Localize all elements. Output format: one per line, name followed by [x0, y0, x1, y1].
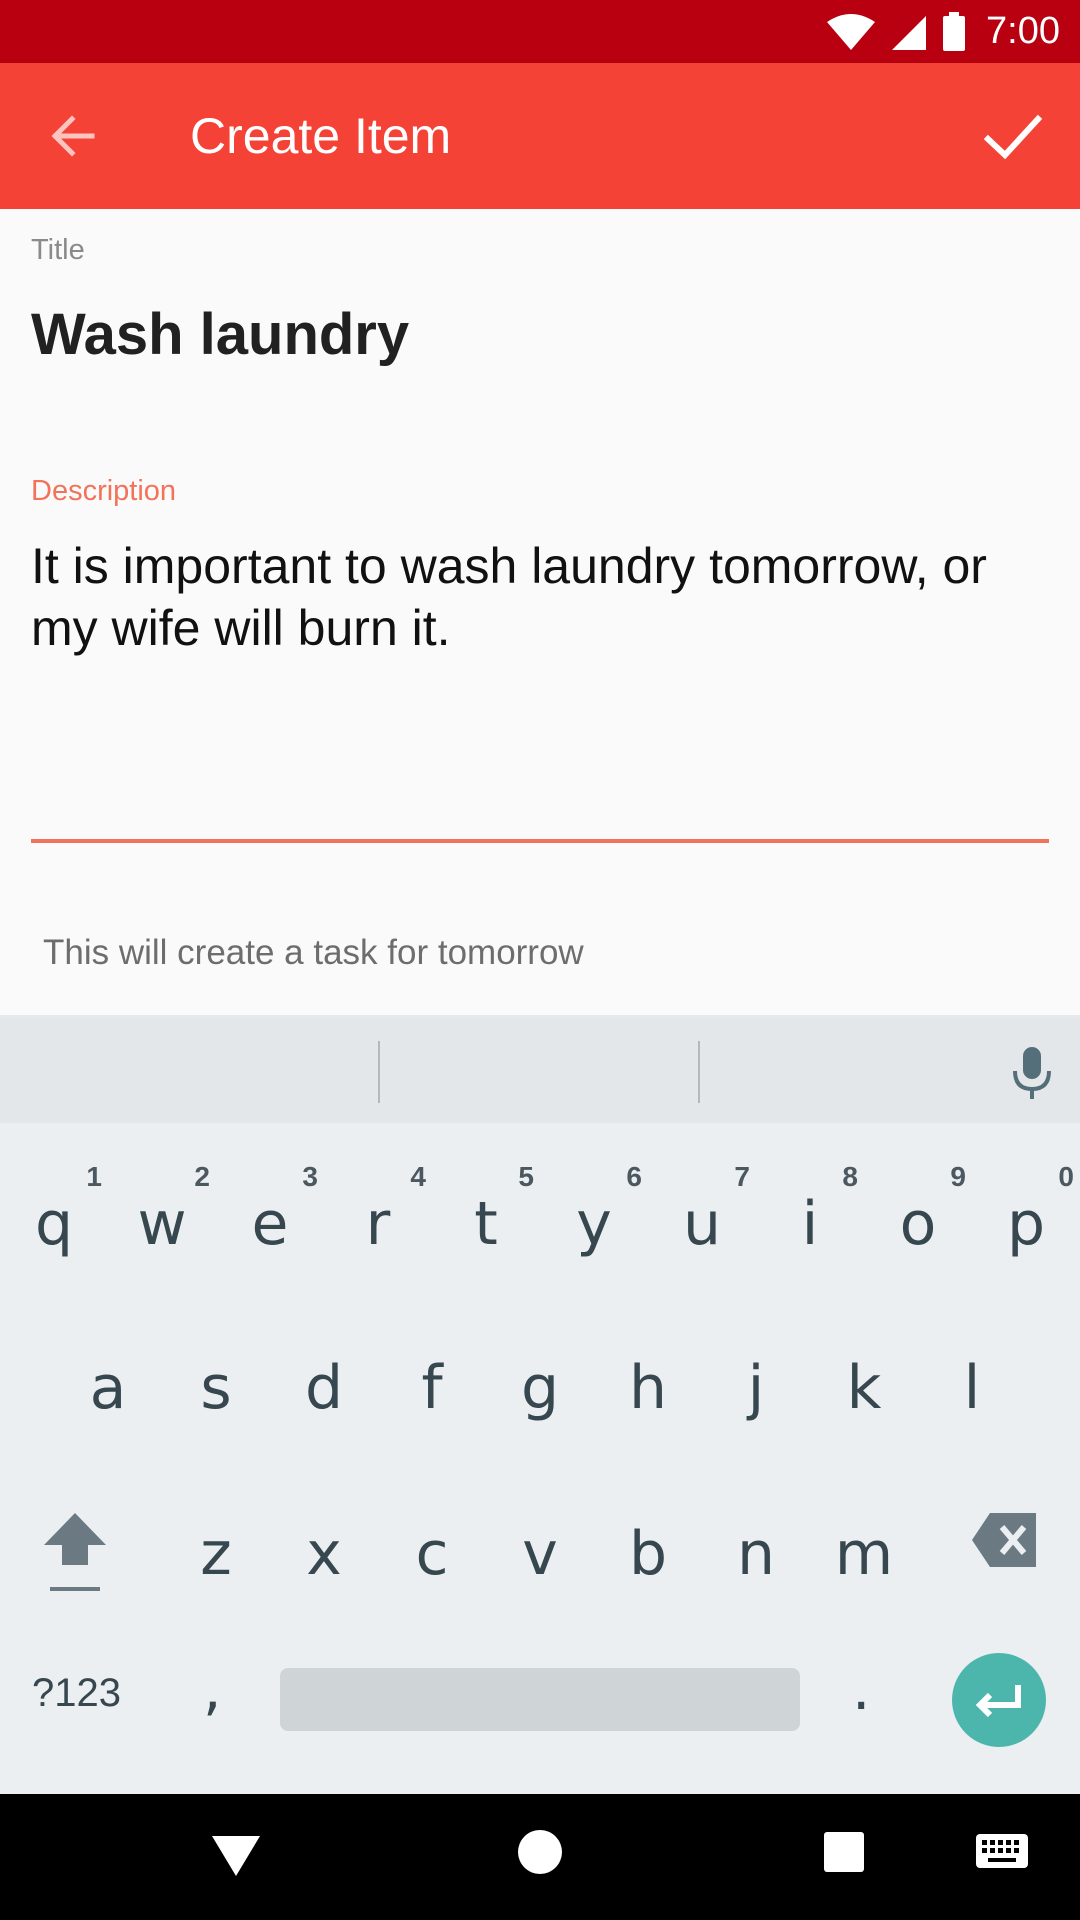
key-label: j: [747, 1353, 765, 1423]
key-p[interactable]: 0p: [972, 1131, 1080, 1281]
description-label: Description: [31, 475, 177, 507]
suggestion-strip-edge: [0, 1015, 1080, 1019]
key-g[interactable]: g: [486, 1295, 594, 1445]
key-b[interactable]: b: [594, 1459, 702, 1609]
key-e[interactable]: 3e: [216, 1131, 324, 1281]
page-title: Create Item: [190, 108, 452, 164]
space-bar[interactable]: [280, 1668, 800, 1731]
title-label: Title: [31, 234, 85, 266]
key-x[interactable]: x: [270, 1459, 378, 1609]
key-v[interactable]: v: [486, 1459, 594, 1609]
key-label: t: [474, 1189, 498, 1259]
key-label: m: [834, 1519, 894, 1589]
key-label: f: [421, 1353, 443, 1423]
description-input[interactable]: It is important to wash laundry tomorrow…: [31, 535, 1051, 659]
wifi-icon: [827, 13, 876, 50]
back-arrow-icon[interactable]: [42, 105, 104, 167]
key-a[interactable]: a: [54, 1295, 162, 1445]
key-i[interactable]: 8i: [756, 1131, 864, 1281]
key-label: b: [628, 1519, 668, 1589]
key-label: o: [899, 1189, 937, 1259]
enter-key[interactable]: [952, 1653, 1046, 1747]
description-underline: [31, 839, 1049, 843]
key-label: c: [415, 1519, 449, 1589]
key-c[interactable]: c: [378, 1459, 486, 1609]
microphone-icon[interactable]: [1008, 1045, 1056, 1101]
backspace-icon[interactable]: [970, 1509, 1040, 1571]
key-o[interactable]: 9o: [864, 1131, 972, 1281]
keyboard-switch-icon[interactable]: [974, 1832, 1030, 1872]
title-input[interactable]: Wash laundry: [31, 301, 409, 368]
key-label: e: [251, 1189, 289, 1259]
key-label: p: [1006, 1189, 1046, 1259]
key-t[interactable]: 5t: [432, 1131, 540, 1281]
key-label: r: [365, 1189, 391, 1259]
suggestion-strip: [0, 1015, 1080, 1123]
key-label: q: [34, 1189, 74, 1259]
battery-icon: [943, 11, 966, 51]
status-icons: 7:00: [826, 0, 1060, 63]
key-w[interactable]: 2w: [108, 1131, 216, 1281]
key-label: s: [200, 1353, 232, 1423]
suggestion-divider: [378, 1041, 380, 1103]
key-label: l: [963, 1353, 981, 1423]
key-j[interactable]: j: [702, 1295, 810, 1445]
shift-key-icon[interactable]: [40, 1509, 110, 1599]
symbols-key[interactable]: ?123: [32, 1671, 121, 1716]
key-s[interactable]: s: [162, 1295, 270, 1445]
key-label: w: [137, 1189, 187, 1259]
key-n[interactable]: n: [702, 1459, 810, 1609]
key-l[interactable]: l: [918, 1295, 1026, 1445]
key-z[interactable]: z: [162, 1459, 270, 1609]
key-label: i: [801, 1189, 819, 1259]
app-bar: Create Item: [0, 63, 1080, 209]
key-label: n: [736, 1519, 776, 1589]
key-label: u: [682, 1189, 722, 1259]
key-h[interactable]: h: [594, 1295, 702, 1445]
clock: 7:00: [986, 10, 1060, 52]
key-label: y: [576, 1189, 612, 1259]
soft-keyboard: 1q 2w 3e 4r 5t 6y 7u 8i 9o 0p a s d f g …: [0, 1015, 1080, 1794]
key-label: a: [89, 1353, 127, 1423]
key-label: d: [304, 1353, 344, 1423]
create-item-form: Title Wash laundry Description It is imp…: [0, 209, 1080, 1019]
nav-home-icon[interactable]: [518, 1830, 562, 1874]
key-label: h: [628, 1353, 668, 1423]
key-k[interactable]: k: [810, 1295, 918, 1445]
key-label: x: [306, 1519, 342, 1589]
key-m[interactable]: m: [810, 1459, 918, 1609]
key-y[interactable]: 6y: [540, 1131, 648, 1281]
nav-recents-icon[interactable]: [824, 1832, 864, 1872]
key-label: v: [522, 1519, 558, 1589]
enter-arrow-icon: [975, 1685, 1021, 1718]
nav-back-icon[interactable]: [208, 1832, 264, 1880]
save-check-icon[interactable]: [980, 103, 1046, 169]
key-f[interactable]: f: [378, 1295, 486, 1445]
status-bar: 7:00: [0, 0, 1080, 63]
helper-text: This will create a task for tomorrow: [43, 933, 584, 972]
system-navigation-bar: [0, 1794, 1080, 1920]
suggestion-divider: [698, 1041, 700, 1103]
cellular-signal-icon: [892, 15, 927, 50]
key-label: g: [520, 1353, 560, 1423]
key-label: z: [200, 1519, 232, 1589]
period-key[interactable]: .: [852, 1655, 870, 1723]
key-r[interactable]: 4r: [324, 1131, 432, 1281]
comma-key[interactable]: ,: [203, 1655, 221, 1723]
key-u[interactable]: 7u: [648, 1131, 756, 1281]
key-q[interactable]: 1q: [0, 1131, 108, 1281]
key-label: k: [846, 1353, 882, 1423]
key-d[interactable]: d: [270, 1295, 378, 1445]
